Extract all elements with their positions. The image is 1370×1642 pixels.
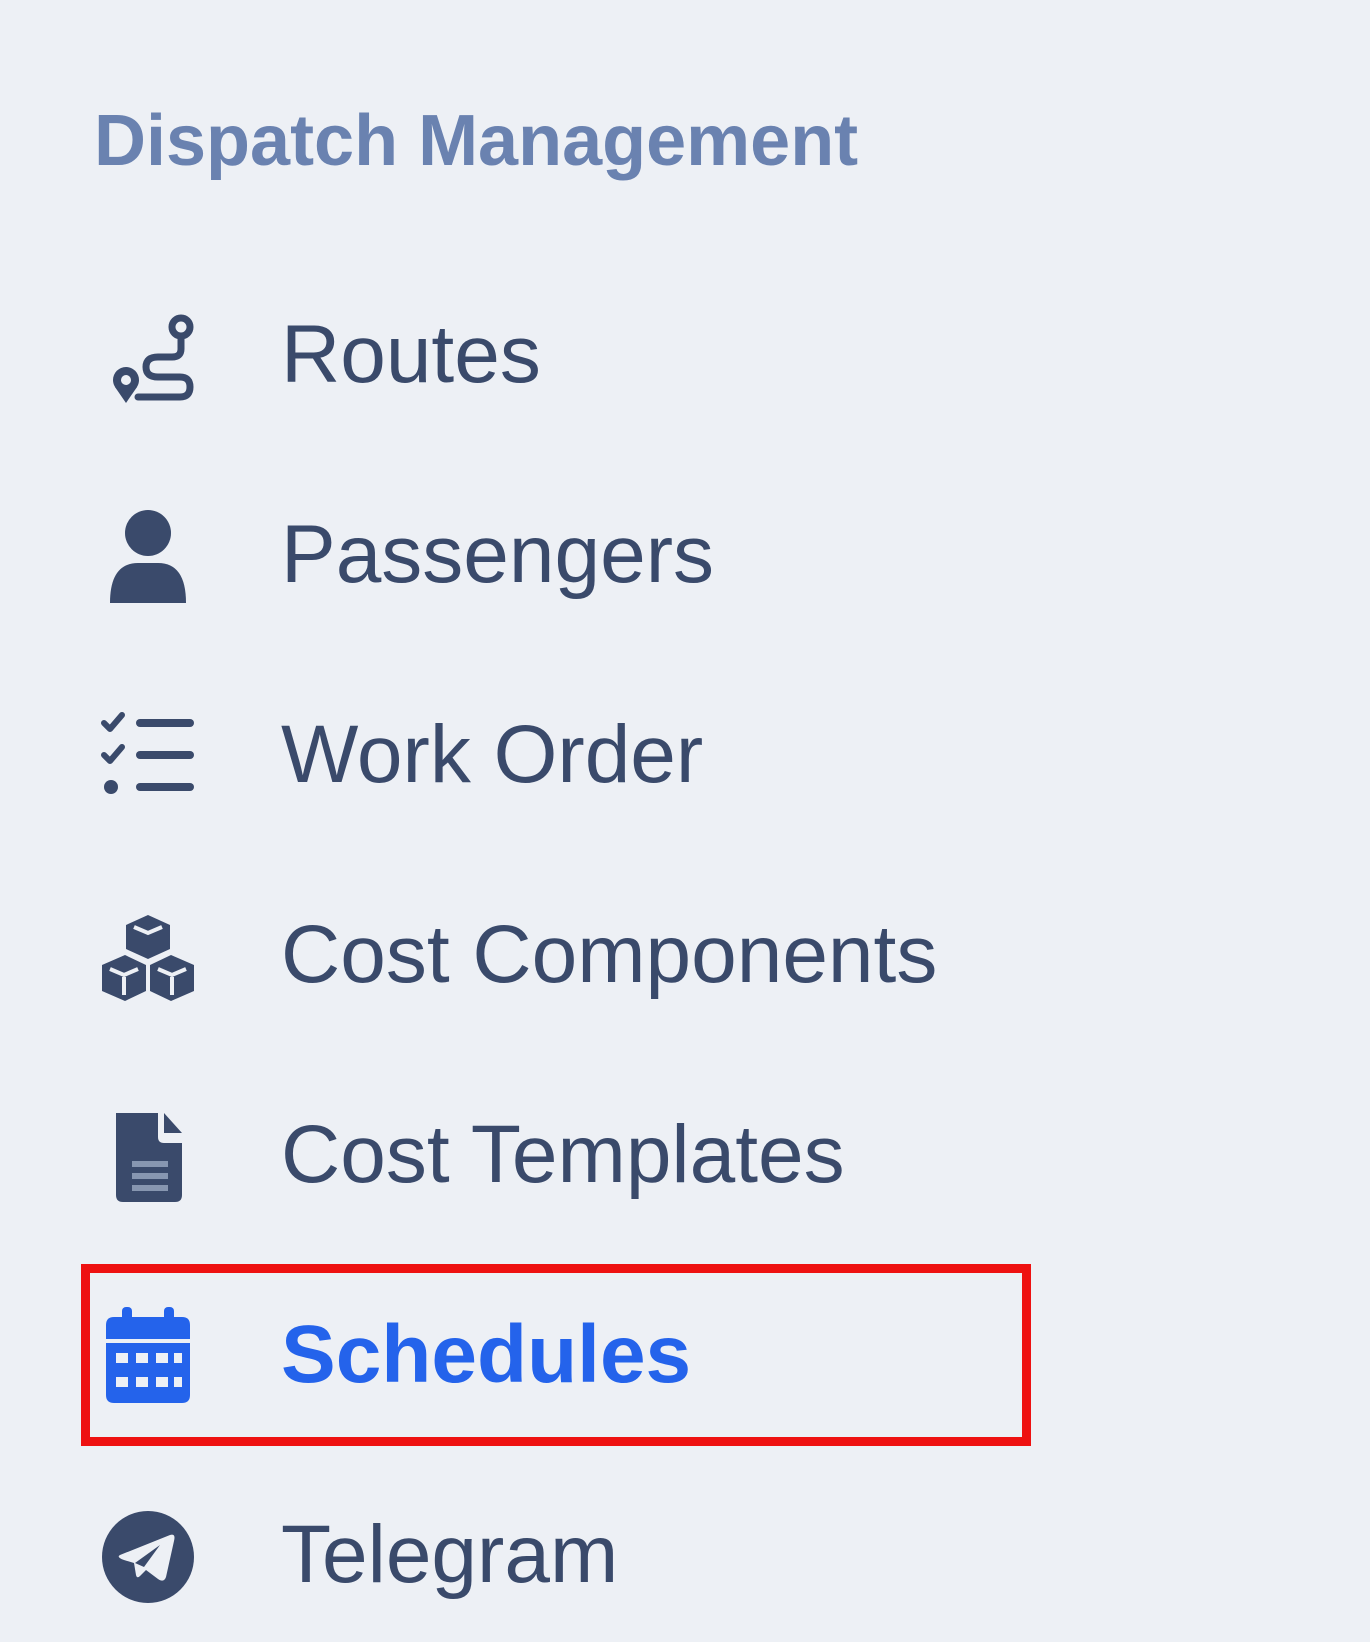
sidebar-item-work-order[interactable]: Work Order — [88, 665, 1023, 835]
sidebar-item-schedules[interactable]: Schedules — [88, 1265, 1023, 1435]
sidebar: Dispatch Management Routes Passengers Wo… — [0, 0, 1370, 1642]
route-icon — [98, 305, 198, 405]
sidebar-item-label: Cost Templates — [281, 1109, 845, 1200]
sidebar-item-label: Cost Components — [281, 909, 938, 1000]
sidebar-item-cost-templates[interactable]: Cost Templates — [88, 1065, 1023, 1235]
sidebar-item-routes[interactable]: Routes — [88, 265, 1023, 435]
user-icon — [98, 505, 198, 605]
sidebar-item-label: Work Order — [281, 709, 704, 800]
file-lines-icon — [98, 1105, 198, 1205]
sidebar-item-label: Routes — [281, 309, 541, 400]
sidebar-item-telegram[interactable]: Telegram — [88, 1465, 1023, 1635]
sidebar-item-label: Schedules — [281, 1309, 692, 1400]
calendar-days-icon — [98, 1305, 198, 1405]
section-title: Dispatch Management — [94, 101, 859, 181]
telegram-icon — [98, 1505, 198, 1605]
list-check-icon — [98, 705, 198, 805]
sidebar-item-cost-components[interactable]: Cost Components — [88, 865, 1023, 1035]
sidebar-item-label: Passengers — [281, 509, 715, 600]
sidebar-item-label: Telegram — [281, 1509, 619, 1600]
cubes-icon — [98, 905, 198, 1005]
sidebar-item-passengers[interactable]: Passengers — [88, 465, 1023, 635]
